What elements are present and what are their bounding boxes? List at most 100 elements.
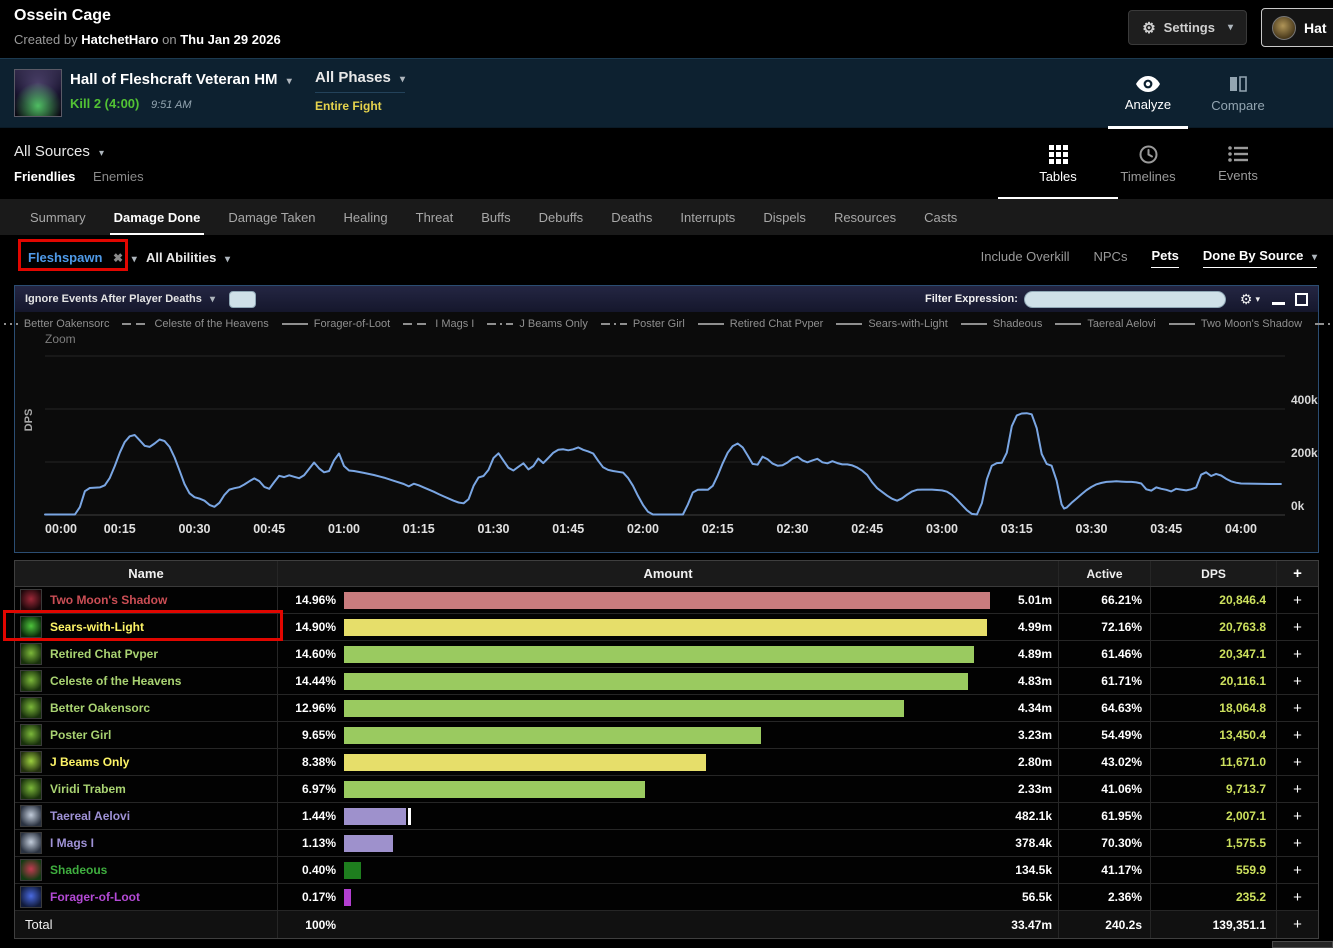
expand-button[interactable]: + — [1277, 857, 1318, 883]
expand-button[interactable]: + — [1277, 830, 1318, 856]
col-header-active[interactable]: Active — [1059, 561, 1151, 586]
toggle-npcs[interactable]: NPCs — [1094, 249, 1128, 268]
menu-tab-casts[interactable]: Casts — [910, 199, 971, 235]
amount-percent: 14.96% — [295, 593, 336, 607]
col-header-dps[interactable]: DPS — [1151, 561, 1277, 586]
legend-item-celeste-of-the-heavens[interactable]: Celeste of the Heavens — [122, 318, 269, 330]
player-name-link[interactable]: Celeste of the Heavens — [50, 674, 181, 688]
menu-tab-interrupts[interactable]: Interrupts — [666, 199, 749, 235]
maximize-icon[interactable] — [1295, 292, 1308, 306]
settings-button[interactable]: ⚙ Settings ▾ — [1128, 10, 1247, 45]
amount-percent: 14.44% — [295, 674, 336, 688]
menu-tab-buffs[interactable]: Buffs — [467, 199, 524, 235]
abilities-filter-dropdown[interactable]: All Abilities ▾ — [146, 250, 230, 265]
fight-selector[interactable]: Hall of Fleshcraft Veteran HM ▾ — [70, 71, 292, 88]
user-button[interactable]: Hat — [1261, 8, 1333, 47]
expand-button[interactable]: + — [1277, 722, 1318, 748]
expand-button[interactable]: + — [1277, 803, 1318, 829]
expand-button[interactable]: + — [1277, 884, 1318, 910]
menu-tab-resources[interactable]: Resources — [820, 199, 910, 235]
legend-item-two-moon-s-shadow[interactable]: Two Moon's Shadow — [1168, 318, 1302, 330]
legend-item-poster-girl[interactable]: Poster Girl — [600, 318, 685, 330]
legend-item-j-beams-only[interactable]: J Beams Only — [487, 318, 588, 330]
toggle-include-overkill[interactable]: Include Overkill — [981, 249, 1070, 268]
tab-analyze[interactable]: Analyze — [1103, 59, 1193, 129]
tab-tables[interactable]: Tables — [998, 129, 1118, 199]
expand-button[interactable]: + — [1277, 668, 1318, 694]
phase-block: All Phases ▾ Entire Fight — [315, 69, 406, 113]
dps-cell: 559.9 — [1151, 857, 1277, 883]
player-name-link[interactable]: Sears-with-Light — [50, 620, 144, 634]
amount-bar — [344, 780, 645, 798]
target-filter-dropdown[interactable]: Fleshspawn ✖ ▾ — [28, 250, 137, 265]
legend-item-taereal-aelovi[interactable]: Taereal Aelovi — [1055, 318, 1156, 330]
player-name-link[interactable]: Retired Chat Pvper — [50, 647, 158, 661]
remove-filter-icon[interactable]: ✖ — [113, 251, 123, 265]
col-header-expand[interactable]: + — [1277, 561, 1318, 586]
total-label: Total — [25, 917, 53, 932]
player-name-link[interactable]: Better Oakensorc — [50, 701, 150, 715]
menu-tab-damage-done[interactable]: Damage Done — [100, 199, 215, 235]
dps-chart-svg[interactable]: 0k 200k 400k 00:00 00:15 00:30 00:45 01:00 01:15… — [15, 334, 1318, 542]
amount-value: 2.80m — [1017, 755, 1052, 769]
col-header-amount[interactable]: Amount — [278, 561, 1059, 586]
menu-tab-summary[interactable]: Summary — [16, 199, 100, 235]
player-name-link[interactable]: Viridi Trabem — [50, 782, 126, 796]
expand-button[interactable]: + — [1277, 614, 1318, 640]
ignore-deaths-toggle[interactable] — [228, 290, 256, 308]
done-by-source-dropdown[interactable]: Done By Source ▾ — [1202, 248, 1317, 268]
legend-item-forager-of-loot[interactable]: Forager-of-Loot — [281, 318, 390, 330]
legend-item-i-mags-i[interactable]: I Mags I — [403, 318, 474, 330]
name-cell: Shadeous — [15, 857, 278, 883]
tab-events-label: Events — [1218, 168, 1258, 183]
legend-item-viridi-trabem[interactable]: Viridi Trabem — [1315, 318, 1333, 330]
menu-tab-damage-taken[interactable]: Damage Taken — [214, 199, 329, 235]
legend-item-sears-with-light[interactable]: Sears-with-Light — [836, 318, 948, 330]
tab-compare[interactable]: Compare — [1193, 59, 1283, 129]
menu-tab-debuffs[interactable]: Debuffs — [525, 199, 598, 235]
menu-tab-healing[interactable]: Healing — [330, 199, 402, 235]
legend-item-better-oakensorc[interactable]: Better Oakensorc — [0, 318, 109, 330]
phase-selector[interactable]: All Phases ▾ — [315, 69, 406, 93]
player-name-link[interactable]: Taereal Aelovi — [50, 809, 130, 823]
active-cell: 41.17% — [1059, 857, 1151, 883]
expand-button[interactable]: + — [1277, 911, 1318, 938]
all-sources-selector[interactable]: All Sources ▾ — [14, 143, 104, 160]
player-name-link[interactable]: Shadeous — [50, 863, 107, 877]
chart-legend: TotalBetter OakensorcCeleste of the Heav… — [0, 312, 1333, 335]
chevron-down-icon: ▾ — [1311, 252, 1317, 263]
graph-settings-gear-icon[interactable]: ⚙ — [1240, 291, 1253, 308]
amount-cell: 0.17% 56.5k — [278, 884, 1059, 910]
menu-tab-deaths[interactable]: Deaths — [597, 199, 666, 235]
expand-button[interactable]: + — [1277, 641, 1318, 667]
menu-tab-threat[interactable]: Threat — [402, 199, 468, 235]
class-icon — [20, 805, 42, 827]
player-name-link[interactable]: Two Moon's Shadow — [50, 593, 167, 607]
player-name-link[interactable]: I Mags I — [50, 836, 94, 850]
table-row-taereal-aelovi: Taereal Aelovi 1.44% 482.1k 61.95% 2,007.1 + — [15, 803, 1318, 830]
tab-events[interactable]: Events — [1193, 129, 1283, 199]
player-name-link[interactable]: J Beams Only — [50, 755, 129, 769]
fight-title-label: Hall of Fleshcraft Veteran HM — [70, 71, 278, 88]
amount-bar-track — [344, 861, 990, 879]
expand-button[interactable]: + — [1277, 695, 1318, 721]
chevron-down-icon[interactable]: ▾ — [1255, 294, 1260, 305]
menu-tab-dispels[interactable]: Dispels — [749, 199, 820, 235]
expand-button[interactable]: + — [1277, 776, 1318, 802]
player-name-link[interactable]: Poster Girl — [50, 728, 111, 742]
ignore-deaths-dropdown[interactable]: Ignore Events After Player Deaths ▾ — [25, 293, 215, 305]
expand-button[interactable]: + — [1277, 587, 1318, 613]
corner-scroll-thumb[interactable] — [1272, 941, 1333, 948]
player-name-link[interactable]: Forager-of-Loot — [50, 890, 140, 904]
byline-author[interactable]: HatchetHaro — [81, 32, 158, 47]
enemies-toggle[interactable]: Enemies — [93, 169, 144, 184]
toggle-pets[interactable]: Pets — [1151, 248, 1179, 268]
tab-timelines[interactable]: Timelines — [1103, 129, 1193, 199]
expand-button[interactable]: + — [1277, 749, 1318, 775]
friendlies-toggle[interactable]: Friendlies — [14, 169, 75, 184]
legend-item-shadeous[interactable]: Shadeous — [960, 318, 1042, 330]
minimize-icon[interactable] — [1272, 301, 1285, 305]
col-header-name[interactable]: Name — [15, 561, 278, 586]
filter-expression-input[interactable] — [1023, 290, 1226, 308]
legend-item-retired-chat-pvper[interactable]: Retired Chat Pvper — [697, 318, 823, 330]
